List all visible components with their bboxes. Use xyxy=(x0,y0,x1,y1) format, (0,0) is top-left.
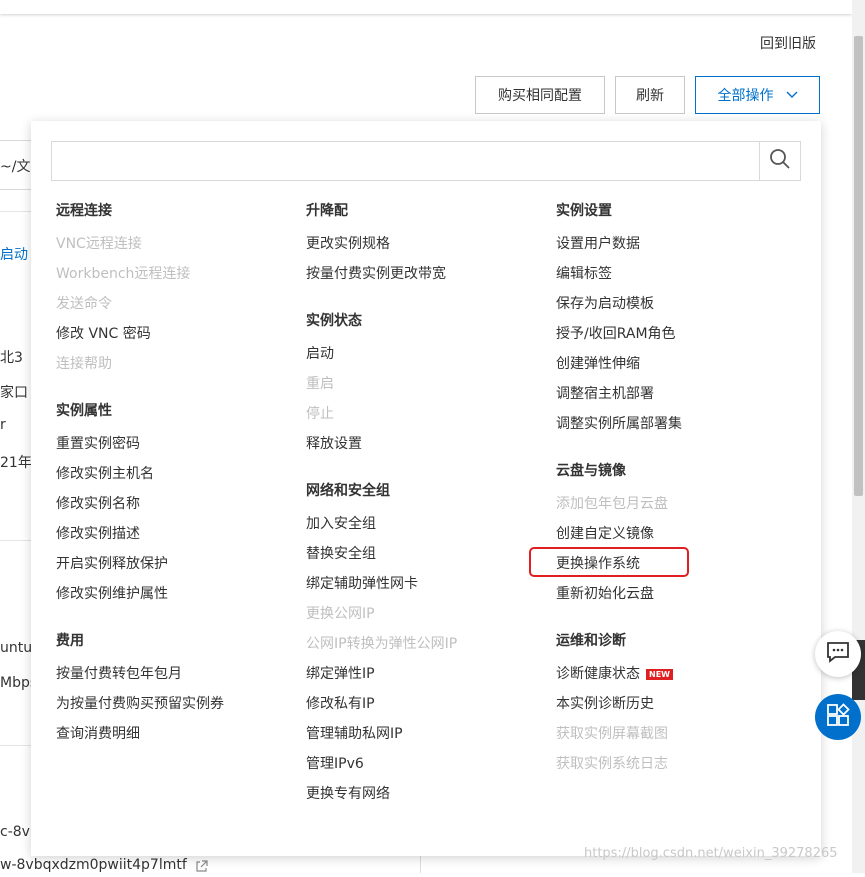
menu-item-enable-release-protection[interactable]: 开启实例释放保护 xyxy=(56,549,286,579)
search-icon xyxy=(769,148,791,174)
menu-column-3: 实例设置 设置用户数据 编辑标签 保存为启动模板 授予/收回RAM角色 创建弹性… xyxy=(529,199,786,779)
menu-item-create-custom-image[interactable]: 创建自定义镜像 xyxy=(556,519,786,549)
menu-item-ram-role[interactable]: 授予/收回RAM角色 xyxy=(556,319,786,349)
menu-item-change-bandwidth[interactable]: 按量付费实例更改带宽 xyxy=(306,259,536,289)
chevron-down-icon xyxy=(786,88,798,102)
group-title-instance-status: 实例状态 xyxy=(306,313,362,329)
menu-item-connection-help[interactable]: 连接帮助 xyxy=(56,349,286,379)
menu-column-1: 远程连接 VNC远程连接 Workbench远程连接 发送命令 修改 VNC 密… xyxy=(56,199,286,749)
menu-item-replace-security-group[interactable]: 替换安全组 xyxy=(306,539,536,569)
menu-item-change-hostname[interactable]: 修改实例主机名 xyxy=(56,459,286,489)
group-title-network-security: 网络和安全组 xyxy=(306,483,390,499)
menu-item-get-screenshot[interactable]: 获取实例屏幕截图 xyxy=(556,719,786,749)
bg-fragment: 北3 xyxy=(0,350,23,366)
all-actions-dropdown: 远程连接 VNC远程连接 Workbench远程连接 发送命令 修改 VNC 密… xyxy=(31,121,821,856)
chat-icon xyxy=(826,641,850,667)
bg-fragment: c-8vl xyxy=(0,824,34,840)
menu-item-manage-ipv6[interactable]: 管理IPv6 xyxy=(306,749,536,779)
group-title-instance-settings: 实例设置 xyxy=(556,203,612,219)
menu-item-reset-password[interactable]: 重置实例密码 xyxy=(56,429,286,459)
apps-icon xyxy=(826,703,850,731)
menu-item-diagnose-health-label: 诊断健康状态 xyxy=(556,666,640,682)
scrollbar-thumb[interactable] xyxy=(854,36,863,496)
bg-divider xyxy=(420,856,421,873)
refresh-button[interactable]: 刷新 xyxy=(615,76,685,114)
top-bar xyxy=(0,0,852,14)
bg-fragment: 21年 xyxy=(0,455,32,471)
group-title-scaling: 升降配 xyxy=(306,203,348,219)
new-badge: NEW xyxy=(646,668,673,680)
menu-item-vnc-connect[interactable]: VNC远程连接 xyxy=(56,229,286,259)
chat-button[interactable] xyxy=(815,631,861,677)
group-title-ops-diagnostics: 运维和诊断 xyxy=(556,633,626,649)
all-actions-button[interactable]: 全部操作 xyxy=(695,76,820,114)
back-to-old-version-link[interactable]: 回到旧版 xyxy=(760,33,816,53)
bg-divider xyxy=(0,211,31,212)
external-link-icon[interactable] xyxy=(195,858,208,877)
bg-fragment: 启动 xyxy=(0,247,28,263)
group-title-disks-images: 云盘与镜像 xyxy=(556,463,626,479)
menu-item-change-maintenance[interactable]: 修改实例维护属性 xyxy=(56,579,286,609)
menu-item-change-public-ip[interactable]: 更换公网IP xyxy=(306,599,536,629)
group-title-remote-connection: 远程连接 xyxy=(56,203,112,219)
menu-item-bind-eip[interactable]: 绑定弹性IP xyxy=(306,659,536,689)
page-scrollbar[interactable] xyxy=(852,0,865,873)
menu-item-diagnosis-history[interactable]: 本实例诊断历史 xyxy=(556,689,786,719)
menu-item-start[interactable]: 启动 xyxy=(306,339,536,369)
bg-divider xyxy=(0,745,31,746)
bg-divider xyxy=(0,540,31,541)
menu-item-add-subscription-disk[interactable]: 添加包年包月云盘 xyxy=(556,489,786,519)
menu-item-workbench-connect[interactable]: Workbench远程连接 xyxy=(56,259,286,289)
menu-item-reinit-disk[interactable]: 重新初始化云盘 xyxy=(556,579,786,609)
menu-item-change-private-ip[interactable]: 修改私有IP xyxy=(306,689,536,719)
menu-item-stop[interactable]: 停止 xyxy=(306,399,536,429)
apps-button[interactable] xyxy=(815,694,861,740)
menu-item-replace-os[interactable]: 更换操作系统 xyxy=(529,547,786,579)
menu-item-diagnose-health[interactable]: 诊断健康状态 NEW xyxy=(556,659,786,689)
menu-item-bind-eni[interactable]: 绑定辅助弹性网卡 xyxy=(306,569,536,599)
group-title-billing: 费用 xyxy=(56,633,84,649)
search-button[interactable] xyxy=(759,142,800,180)
menu-item-manage-secondary-ip[interactable]: 管理辅助私网IP xyxy=(306,719,536,749)
menu-item-send-command[interactable]: 发送命令 xyxy=(56,289,286,319)
menu-item-adjust-host-deployment[interactable]: 调整宿主机部署 xyxy=(556,379,786,409)
bg-fragment: w-8vbqxdzm0pwiit4p7lmtf xyxy=(0,857,187,873)
bg-fragment: untu xyxy=(0,640,33,656)
menu-item-restart[interactable]: 重启 xyxy=(306,369,536,399)
buy-same-config-button[interactable]: 购买相同配置 xyxy=(475,76,605,114)
watermark: https://blog.csdn.net/weixin_39278265 xyxy=(584,846,838,861)
menu-item-change-vpc[interactable]: 更换专有网络 xyxy=(306,779,536,809)
menu-item-change-description[interactable]: 修改实例描述 xyxy=(56,519,286,549)
menu-item-change-instance-type[interactable]: 更改实例规格 xyxy=(306,229,536,259)
menu-item-convert-to-eip[interactable]: 公网IP转换为弹性公网IP xyxy=(306,629,536,659)
action-search xyxy=(51,141,801,181)
menu-item-replace-os-label: 更换操作系统 xyxy=(556,556,640,572)
all-actions-label: 全部操作 xyxy=(717,88,774,104)
menu-item-set-user-data[interactable]: 设置用户数据 xyxy=(556,229,786,259)
menu-item-change-vnc-password[interactable]: 修改 VNC 密码 xyxy=(56,319,286,349)
group-title-instance-attributes: 实例属性 xyxy=(56,403,112,419)
menu-item-join-security-group[interactable]: 加入安全组 xyxy=(306,509,536,539)
bg-fragment: r xyxy=(0,417,6,433)
menu-item-billing-details[interactable]: 查询消费明细 xyxy=(56,719,286,749)
menu-item-switch-to-subscription[interactable]: 按量付费转包年包月 xyxy=(56,659,286,689)
menu-item-get-system-log[interactable]: 获取实例系统日志 xyxy=(556,749,786,779)
bg-fragment: 家口 xyxy=(0,385,28,401)
menu-item-change-instance-name[interactable]: 修改实例名称 xyxy=(56,489,286,519)
menu-item-adjust-deployment-set[interactable]: 调整实例所属部署集 xyxy=(556,409,786,439)
menu-item-save-launch-template[interactable]: 保存为启动模板 xyxy=(556,289,786,319)
menu-item-release-settings[interactable]: 释放设置 xyxy=(306,429,536,459)
menu-column-2: 升降配 更改实例规格 按量付费实例更改带宽 实例状态 启动 重启 停止 释放设置… xyxy=(306,199,536,809)
menu-item-buy-reserved-instance[interactable]: 为按量付费购买预留实例券 xyxy=(56,689,286,719)
menu-item-edit-tags[interactable]: 编辑标签 xyxy=(556,259,786,289)
action-search-input[interactable] xyxy=(52,142,759,180)
menu-item-create-auto-scaling[interactable]: 创建弹性伸缩 xyxy=(556,349,786,379)
